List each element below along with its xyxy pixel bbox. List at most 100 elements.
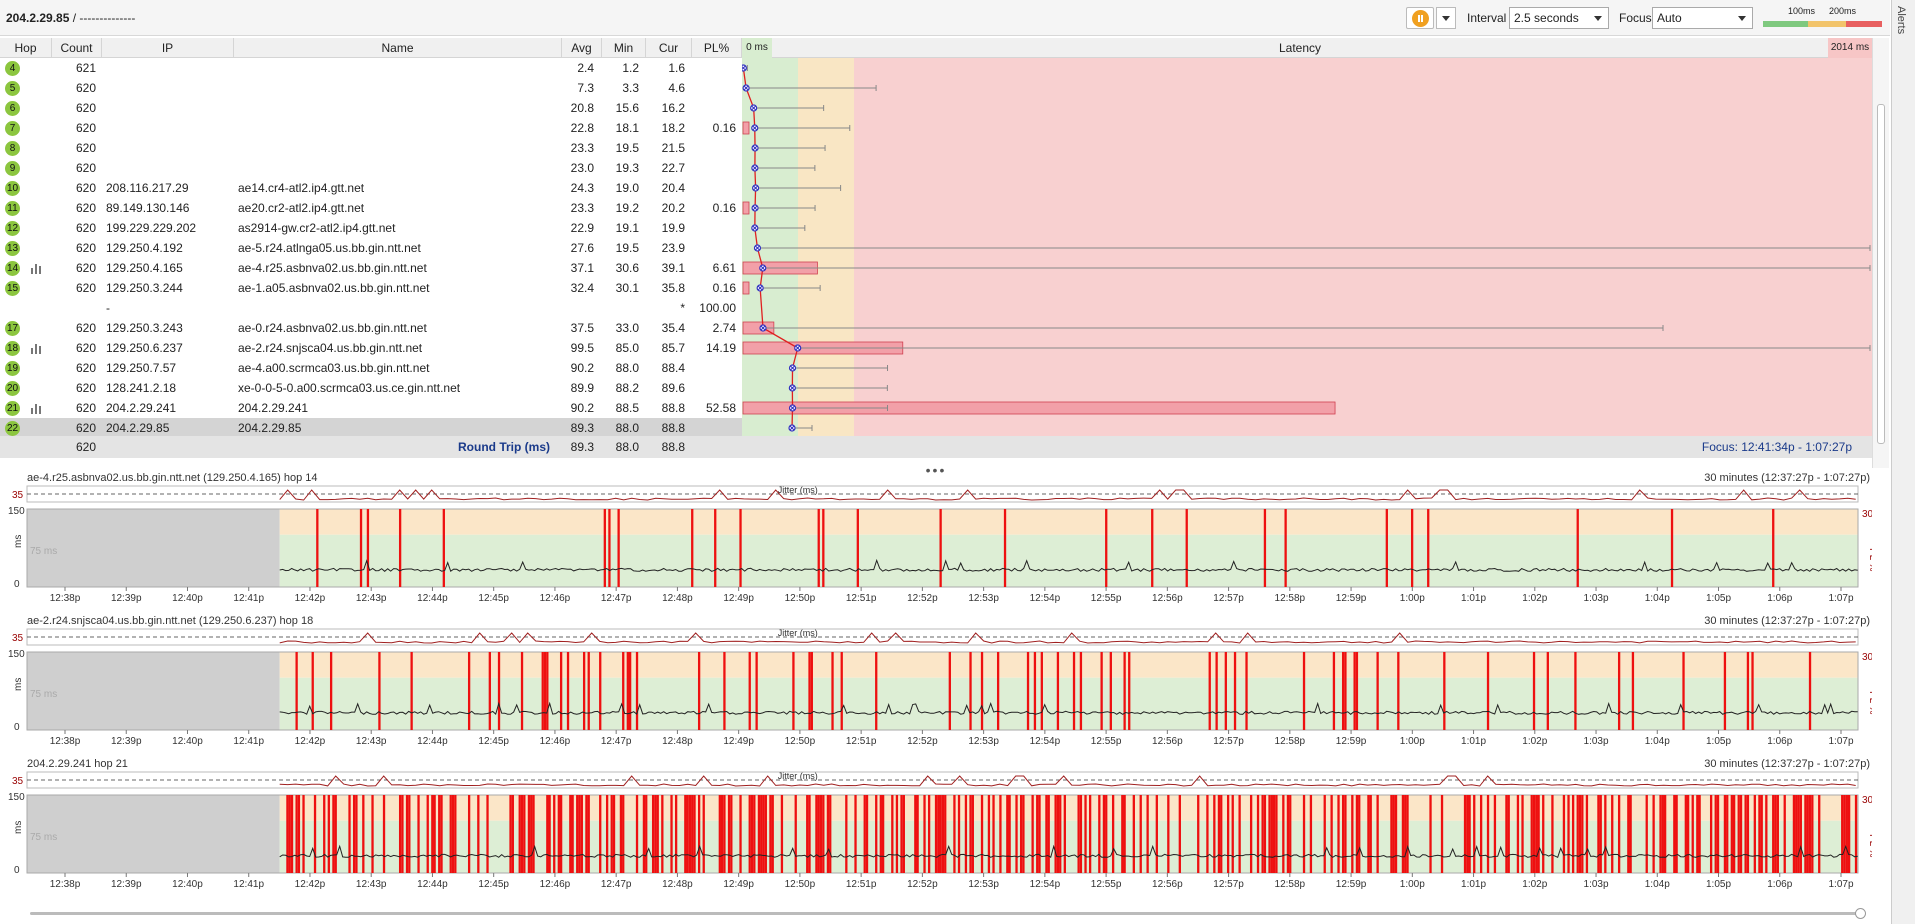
bar-chart-icon[interactable] <box>31 344 43 354</box>
packet-loss-mark <box>401 795 404 873</box>
table-row[interactable]: 14 620 129.250.4.165 ae-4.r25.asbnva02.us.b… <box>0 258 742 278</box>
table-row[interactable]: 9 620 23.0 19.3 22.7 <box>0 158 742 178</box>
alerts-tab[interactable]: Alerts <box>1891 0 1915 924</box>
pause-button[interactable] <box>1406 7 1434 29</box>
cell-ip: - <box>106 301 110 315</box>
bar-chart-icon[interactable] <box>31 264 43 274</box>
col-hop[interactable]: Hop <box>0 38 52 58</box>
timeline-panel[interactable]: 204.2.29.241 hop 21 30 minutes (12:37:27p… <box>0 758 1872 900</box>
table-row[interactable]: 22 620 204.2.29.85 204.2.29.85 89.3 88.0 88.8 <box>0 418 742 438</box>
col-min[interactable]: Min <box>602 38 646 58</box>
timeline-chart[interactable]: Jitter (ms) 35 150 0 30 ms PL % 75 ms 12:38p 12:3… <box>0 626 1872 757</box>
cell-ip: 89.149.130.146 <box>106 201 190 215</box>
table-row[interactable]: - * 100.00 <box>0 298 742 318</box>
packet-loss-mark <box>527 795 531 873</box>
pingplotter-window: 204.2.29.85 / -------------- Interval 2.… <box>0 0 1915 924</box>
table-row[interactable]: 6 620 20.8 15.6 16.2 <box>0 98 742 118</box>
col-cur[interactable]: Cur <box>646 38 692 58</box>
col-count[interactable]: Count <box>52 38 102 58</box>
col-name[interactable]: Name <box>234 38 562 58</box>
target-title: 204.2.29.85 / -------------- <box>6 11 135 25</box>
cell-cur: 85.7 <box>661 341 685 355</box>
time-label: 12:58p <box>1275 593 1306 604</box>
packet-loss-mark <box>1698 795 1701 873</box>
packet-loss-mark <box>398 795 402 873</box>
table-scrollbar[interactable] <box>1872 38 1889 468</box>
cell-avg: 89.3 <box>570 421 594 435</box>
table-row[interactable]: 11 620 89.149.130.146 ae20.cr2-atl2.ip4.gtt… <box>0 198 742 218</box>
cell-min: 19.2 <box>615 201 639 215</box>
cell-avg: 20.8 <box>570 101 594 115</box>
packet-loss-mark <box>288 795 291 873</box>
table-row[interactable]: 4 621 2.4 1.2 1.6 <box>0 58 742 78</box>
table-row[interactable]: 18 620 129.250.6.237 ae-2.r24.snjsca04.us.b… <box>0 338 742 358</box>
packet-loss-mark <box>948 652 951 730</box>
latency-graph[interactable] <box>742 58 1872 436</box>
bar-chart-icon[interactable] <box>31 404 43 414</box>
timeline-chart[interactable]: Jitter (ms) 35 150 0 30 ms PL % 75 ms 12:38p 12:3… <box>0 483 1872 614</box>
time-label: 12:59p <box>1336 593 1367 604</box>
toolbar: 204.2.29.85 / -------------- Interval 2.… <box>0 0 1890 36</box>
packet-loss-mark <box>944 795 947 873</box>
cell-cur: 89.6 <box>661 381 685 395</box>
table-row[interactable]: 7 620 22.8 18.1 18.2 0.16 <box>0 118 742 138</box>
table-row[interactable]: 17 620 129.250.3.243 ae-0.r24.asbnva02.us.b… <box>0 318 742 338</box>
packet-loss-mark <box>566 652 570 730</box>
packet-loss-mark <box>382 795 386 873</box>
cell-pl: 14.19 <box>705 341 736 355</box>
packet-loss-mark <box>1772 795 1775 873</box>
cell-min: 19.5 <box>615 241 639 255</box>
latency-good-zone <box>742 58 799 436</box>
packet-loss-mark <box>1507 795 1510 873</box>
timeline-scroll-handle[interactable] <box>1855 908 1866 919</box>
chevron-down-icon <box>1594 16 1602 21</box>
packet-loss-mark <box>1344 652 1347 730</box>
packet-loss-mark <box>760 795 763 873</box>
time-label: 12:56p <box>1152 736 1183 747</box>
packet-loss-mark <box>1022 795 1025 873</box>
packet-loss-mark <box>557 795 560 873</box>
packet-loss-mark <box>934 795 938 873</box>
table-row[interactable]: 8 620 23.3 19.5 21.5 <box>0 138 742 158</box>
col-avg[interactable]: Avg <box>562 38 602 58</box>
table-row[interactable]: 20 620 128.241.2.18 xe-0-0-5-0.a00.scrmca03… <box>0 378 742 398</box>
pl-axis-30: 30 <box>1862 652 1872 663</box>
packet-loss-mark <box>553 795 556 873</box>
cell-min: 88.2 <box>615 381 639 395</box>
timeline-chart[interactable]: Jitter (ms) 35 150 0 30 ms PL % 75 ms 12:38p 12:3… <box>0 769 1872 900</box>
col-latency[interactable]: Latency <box>772 38 1828 58</box>
table-row[interactable]: 15 620 129.250.3.244 ae-1.a05.asbnva02.us.b… <box>0 278 742 298</box>
packet-loss-mark <box>1709 795 1713 873</box>
pause-options-dropdown[interactable] <box>1436 7 1456 29</box>
timeline-panel[interactable]: ae-2.r24.snjsca04.us.bb.gin.ntt.net (129… <box>0 615 1872 757</box>
timeline-scrollbar[interactable] <box>30 908 1866 919</box>
cell-cur: 88.8 <box>661 421 685 435</box>
packet-loss-mark <box>541 652 544 730</box>
col-ip[interactable]: IP <box>102 38 234 58</box>
packet-loss-mark <box>792 652 795 730</box>
table-row[interactable]: 12 620 199.229.229.202 as2914-gw.cr2-atl2.i… <box>0 218 742 238</box>
cell-pl <box>692 218 736 238</box>
timeline-panel[interactable]: ae-4.r25.asbnva02.us.bb.gin.ntt.net (129… <box>0 472 1872 614</box>
packet-loss-mark <box>808 795 811 873</box>
time-label: 1:03p <box>1584 736 1609 747</box>
packet-loss-mark <box>1567 795 1570 873</box>
packet-loss-bar <box>742 201 750 215</box>
focus-select[interactable]: Auto <box>1652 7 1753 29</box>
packet-loss-mark <box>1185 509 1188 587</box>
packet-loss-mark <box>1063 795 1066 873</box>
interval-select[interactable]: 2.5 seconds <box>1509 7 1609 29</box>
col-pl[interactable]: PL% <box>692 38 742 58</box>
table-row[interactable]: 13 620 129.250.4.192 ae-5.r24.atlnga05.us.b… <box>0 238 742 258</box>
scrollbar-thumb[interactable] <box>1877 104 1885 444</box>
cell-name <box>238 138 558 158</box>
table-row[interactable]: 19 620 129.250.7.57 ae-4.a00.scrmca03.us.bb… <box>0 358 742 378</box>
table-row[interactable]: 10 620 208.116.217.29 ae14.cr4-atl2.ip4.gtt… <box>0 178 742 198</box>
table-row[interactable]: 21 620 204.2.29.241 204.2.29.241 90.2 88.5 88.… <box>0 398 742 418</box>
time-label: 12:39p <box>111 879 142 890</box>
cell-min: 88.5 <box>615 401 639 415</box>
table-row[interactable]: 5 620 7.3 3.3 4.6 <box>0 78 742 98</box>
interval-value: 2.5 seconds <box>1514 11 1579 25</box>
cell-pl <box>692 78 736 98</box>
packet-loss-mark <box>608 509 611 587</box>
